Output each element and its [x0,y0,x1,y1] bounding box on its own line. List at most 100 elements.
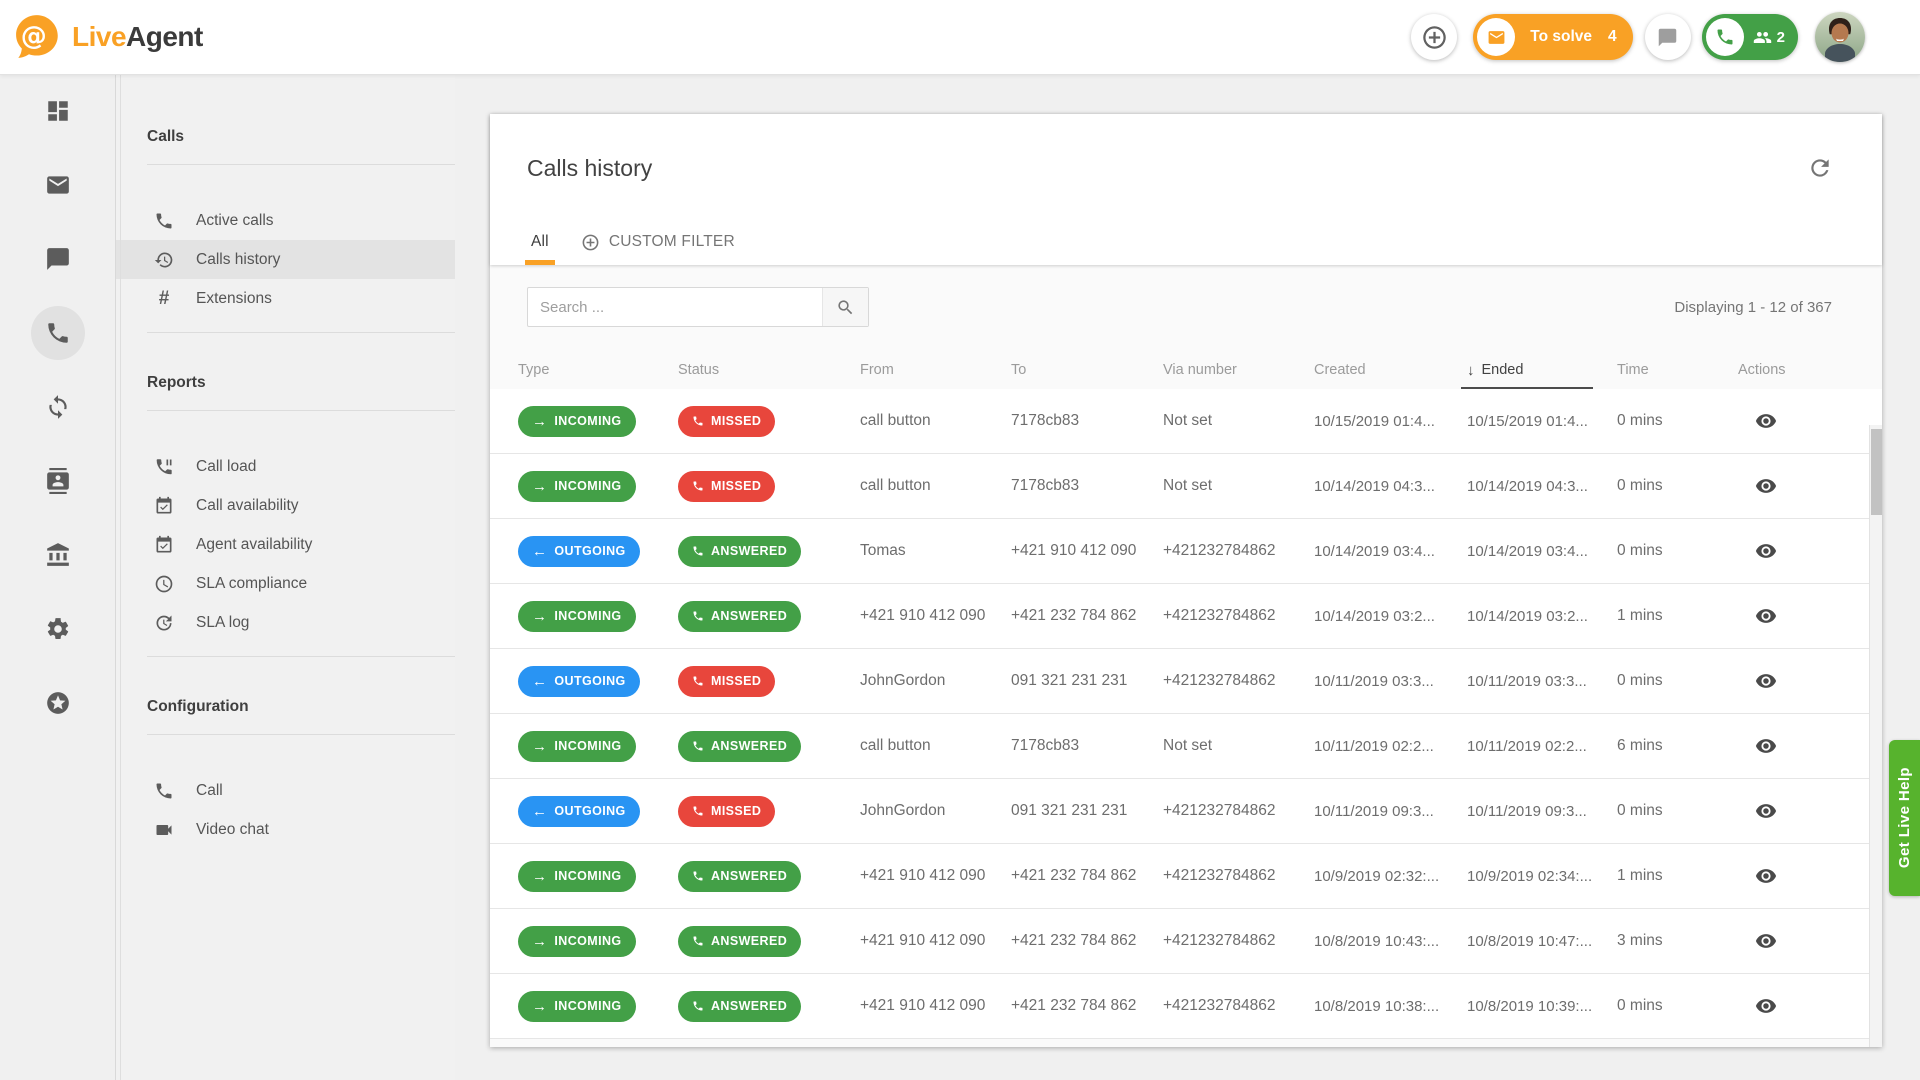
type-badge: → INCOMING [518,406,636,437]
table-row[interactable]: → INCOMING MISSED call button 7178cb83 N… [490,454,1882,519]
view-call-button[interactable] [1738,410,1794,432]
user-avatar[interactable] [1815,12,1865,62]
column-header-created[interactable]: Created [1314,351,1467,389]
column-header-time[interactable]: Time [1617,351,1738,389]
table-scrollbar[interactable] [1869,425,1882,1047]
rail-item-dashboard[interactable] [0,74,115,148]
search-input[interactable] [528,288,822,326]
table-row[interactable]: ← OUTGOING ANSWERED Tomas +421 910 412 0… [490,519,1882,584]
menu-item-sla-compliance[interactable]: SLA compliance [116,564,455,603]
cell-status: MISSED [678,471,860,502]
add-new-button[interactable] [1411,14,1457,60]
cell-from: call button [860,737,1011,755]
cell-time: 6 mins [1617,737,1738,755]
rail-item-sync[interactable] [0,370,115,444]
column-header-type[interactable]: Type [518,351,678,389]
view-call-button[interactable] [1738,865,1794,887]
menu-item-calls-history[interactable]: Calls history [116,240,455,279]
menu-item-call-load[interactable]: Call load [116,447,455,486]
chats-button[interactable] [1645,14,1691,60]
cell-via-number: Not set [1163,737,1314,755]
status-badge: MISSED [678,796,775,827]
cell-to: +421 232 784 862 [1011,997,1163,1015]
cell-to: 091 321 231 231 [1011,672,1163,690]
rail-item-chats[interactable] [0,222,115,296]
table-row[interactable]: → INCOMING ANSWERED +421 910 412 090 +42… [490,844,1882,909]
table-row[interactable]: → INCOMING ANSWERED +421 910 412 090 +42… [490,909,1882,974]
tab-custom-filter[interactable]: CUSTOM FILTER [565,219,751,265]
cell-status: ANSWERED [678,926,860,957]
column-label: Time [1617,362,1649,378]
phone-icon [1715,27,1735,47]
cell-time: 0 mins [1617,412,1738,430]
sync-icon [45,394,71,420]
cell-time: 3 mins [1617,932,1738,950]
stars-icon [45,690,71,716]
menu-item-label: Active calls [196,212,274,230]
view-call-button[interactable] [1738,605,1794,627]
rail-item-contacts[interactable] [0,444,115,518]
pagination-status: Displaying 1 - 12 of 367 [1674,299,1832,316]
rail-item-settings[interactable] [0,592,115,666]
column-header-via-number[interactable]: Via number [1163,351,1314,389]
to-solve-button[interactable]: To solve 4 [1473,14,1632,60]
calls-circle [1706,18,1744,56]
active-calls-button[interactable]: 2 [1702,14,1798,60]
table-row[interactable]: ← OUTGOING MISSED JohnGordon 091 321 231… [490,779,1882,844]
menu-item-call[interactable]: Call [116,771,455,810]
tab-all[interactable]: All [515,219,565,265]
eye-icon [1755,865,1777,887]
view-call-button[interactable] [1738,475,1794,497]
view-call-button[interactable] [1738,540,1794,562]
phone-icon [692,675,704,687]
cell-time: 0 mins [1617,997,1738,1015]
cell-to: 7178cb83 [1011,412,1163,430]
table-row[interactable]: ← OUTGOING MISSED JohnGordon 091 321 231… [490,649,1882,714]
column-header-from[interactable]: From [860,351,1011,389]
table-row[interactable]: → INCOMING ANSWERED +421 910 412 090 +42… [490,974,1882,1039]
menu-section-title: Calls [147,124,455,150]
menu-item-call-availability[interactable]: Call availability [116,486,455,525]
menu-item-active-calls[interactable]: Active calls [116,201,455,240]
panel-header: Calls history AllCUSTOM FILTER [490,114,1882,265]
arrow-left-icon: ← [532,674,547,689]
get-live-help-tab[interactable]: Get Live Help [1889,740,1920,896]
cell-ended: 10/11/2019 02:2... [1467,738,1617,755]
menu-item-label: Agent availability [196,536,312,554]
status-badge: ANSWERED [678,991,801,1022]
view-call-button[interactable] [1738,735,1794,757]
cell-via-number: +421232784862 [1163,802,1314,820]
menu-item-agent-availability[interactable]: Agent availability [116,525,455,564]
svg-text:@: @ [21,21,47,51]
view-call-button[interactable] [1738,930,1794,952]
view-call-button[interactable] [1738,800,1794,822]
refresh-button[interactable] [1803,151,1837,185]
tab-bar: AllCUSTOM FILTER [515,219,751,265]
cell-actions [1738,475,1830,497]
cell-to: +421 232 784 862 [1011,932,1163,950]
menu-item-extensions[interactable]: #Extensions [116,279,455,318]
search-button[interactable] [822,288,868,326]
view-call-button[interactable] [1738,670,1794,692]
column-header-ended[interactable]: ↓Ended [1467,351,1617,389]
table-row[interactable]: → INCOMING MISSED call button 7178cb83 N… [490,389,1882,454]
table-row[interactable]: → INCOMING ANSWERED +421 910 412 090 +42… [490,584,1882,649]
menu-item-video-chat[interactable]: Video chat [116,810,455,849]
column-header-status[interactable]: Status [678,351,860,389]
cell-created: 10/14/2019 03:4... [1314,543,1467,560]
rail-item-calls[interactable] [0,296,115,370]
table-row[interactable]: → INCOMING ANSWERED call button 7178cb83… [490,714,1882,779]
refresh-icon [1807,155,1833,181]
status-badge: ANSWERED [678,536,801,567]
plus-circle-icon [1421,24,1448,51]
rail-item-company[interactable] [0,518,115,592]
cell-actions [1738,410,1830,432]
column-header-actions[interactable]: Actions [1738,351,1830,389]
column-header-to[interactable]: To [1011,351,1163,389]
scrollbar-thumb[interactable] [1871,429,1882,515]
rail-item-features[interactable] [0,666,115,740]
eye-icon [1755,605,1777,627]
view-call-button[interactable] [1738,995,1794,1017]
rail-item-tickets[interactable] [0,148,115,222]
menu-item-sla-log[interactable]: SLA log [116,603,455,642]
